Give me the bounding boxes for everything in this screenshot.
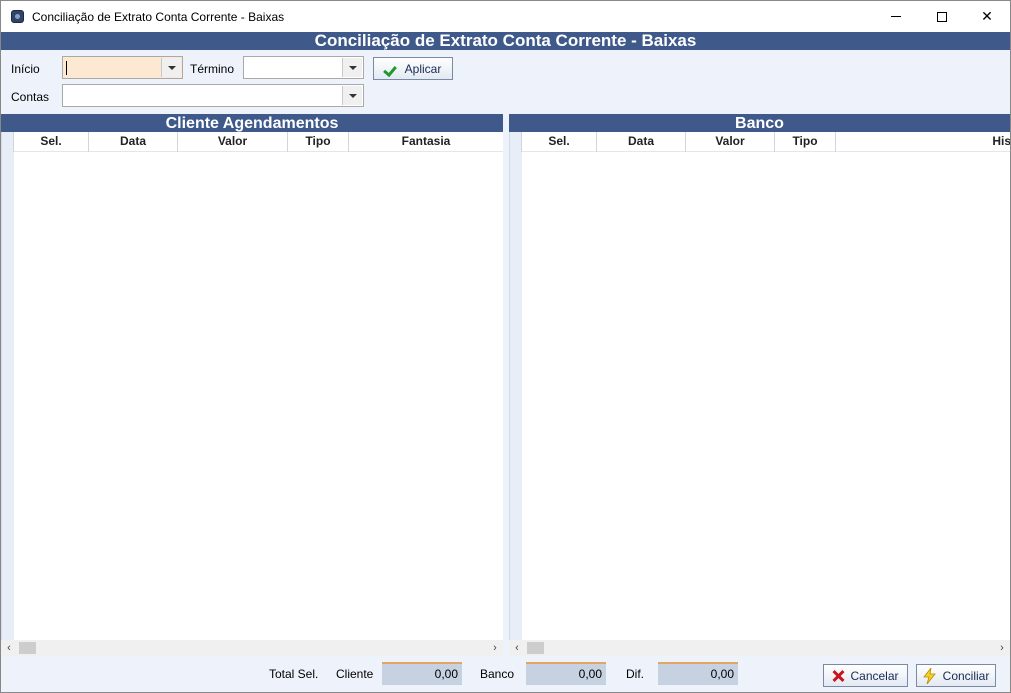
contas-select[interactable] bbox=[62, 84, 364, 107]
chevron-down-icon[interactable] bbox=[342, 58, 362, 77]
banco-hscrollbar[interactable]: ‹ › bbox=[509, 640, 1010, 656]
row-indicator-header bbox=[2, 132, 14, 152]
cliente-col-data[interactable]: Data bbox=[89, 132, 178, 152]
inicio-label: Início bbox=[11, 62, 40, 76]
banco-total-value: 0,00 bbox=[526, 662, 606, 685]
scroll-thumb[interactable] bbox=[19, 642, 36, 654]
cliente-hscrollbar[interactable]: ‹ › bbox=[1, 640, 503, 656]
x-icon bbox=[832, 670, 844, 682]
cliente-col-fantasia[interactable]: Fantasia bbox=[349, 132, 503, 152]
inicio-date-field[interactable] bbox=[62, 56, 183, 79]
filter-panel: Início Término Aplicar Contas bbox=[1, 50, 1010, 114]
maximize-button[interactable] bbox=[919, 1, 965, 32]
banco-total-label: Banco bbox=[480, 667, 515, 681]
banco-section-title: Banco bbox=[509, 114, 1010, 132]
contas-label: Contas bbox=[11, 90, 50, 104]
cliente-grid-header: Sel. Data Valor Tipo Fantasia bbox=[2, 132, 503, 152]
dif-value: 0,00 bbox=[658, 662, 738, 685]
banco-col-data[interactable]: Data bbox=[597, 132, 686, 152]
cliente-col-tipo[interactable]: Tipo bbox=[288, 132, 349, 152]
app-icon bbox=[11, 10, 24, 23]
minimize-button[interactable] bbox=[873, 1, 919, 32]
scroll-right-icon[interactable]: › bbox=[994, 640, 1010, 656]
termino-label: Término bbox=[190, 62, 235, 76]
cliente-grid[interactable]: Sel. Data Valor Tipo Fantasia bbox=[1, 132, 503, 640]
dif-label: Dif. bbox=[626, 667, 644, 681]
cliente-total-value: 0,00 bbox=[382, 662, 462, 685]
chevron-down-icon[interactable] bbox=[342, 86, 362, 105]
page-title: Conciliação de Extrato Conta Corrente - … bbox=[1, 32, 1010, 50]
lightning-icon bbox=[922, 667, 937, 684]
row-indicator-header bbox=[510, 132, 522, 152]
close-button[interactable]: ✕ bbox=[964, 1, 1010, 32]
maximize-icon bbox=[937, 11, 947, 22]
check-icon bbox=[385, 64, 399, 74]
banco-col-historico[interactable]: His bbox=[836, 132, 1010, 152]
text-caret bbox=[66, 61, 67, 75]
cliente-section-title: Cliente Agendamentos bbox=[1, 114, 503, 132]
total-sel-label: Total Sel. bbox=[269, 667, 319, 681]
row-indicator-column bbox=[2, 152, 14, 640]
row-indicator-column bbox=[510, 152, 522, 640]
termino-date-field[interactable] bbox=[243, 56, 364, 79]
chevron-down-icon[interactable] bbox=[161, 58, 181, 77]
cliente-col-sel[interactable]: Sel. bbox=[14, 132, 89, 152]
banco-col-sel[interactable]: Sel. bbox=[522, 132, 597, 152]
conciliar-button[interactable]: Conciliar bbox=[916, 664, 996, 687]
banco-col-valor[interactable]: Valor bbox=[686, 132, 775, 152]
title-bar[interactable]: Conciliação de Extrato Conta Corrente - … bbox=[1, 1, 1010, 32]
close-icon: ✕ bbox=[981, 8, 993, 24]
minimize-icon bbox=[891, 16, 901, 17]
scroll-left-icon[interactable]: ‹ bbox=[1, 640, 17, 656]
cliente-total-label: Cliente bbox=[336, 667, 374, 681]
banco-col-tipo[interactable]: Tipo bbox=[775, 132, 836, 152]
scroll-thumb[interactable] bbox=[527, 642, 544, 654]
banco-grid[interactable]: Sel. Data Valor Tipo His bbox=[509, 132, 1010, 640]
dialog-window: Conciliação de Extrato Conta Corrente - … bbox=[0, 0, 1011, 693]
cancelar-label: Cancelar bbox=[850, 668, 899, 683]
cancelar-button[interactable]: Cancelar bbox=[823, 664, 908, 687]
conciliar-label: Conciliar bbox=[942, 668, 990, 683]
scroll-left-icon[interactable]: ‹ bbox=[509, 640, 525, 656]
aplicar-label: Aplicar bbox=[404, 61, 442, 76]
aplicar-button[interactable]: Aplicar bbox=[373, 57, 453, 80]
scroll-right-icon[interactable]: › bbox=[487, 640, 503, 656]
window-title: Conciliação de Extrato Conta Corrente - … bbox=[32, 10, 285, 24]
banco-grid-header: Sel. Data Valor Tipo His bbox=[510, 132, 1010, 152]
cliente-col-valor[interactable]: Valor bbox=[178, 132, 288, 152]
